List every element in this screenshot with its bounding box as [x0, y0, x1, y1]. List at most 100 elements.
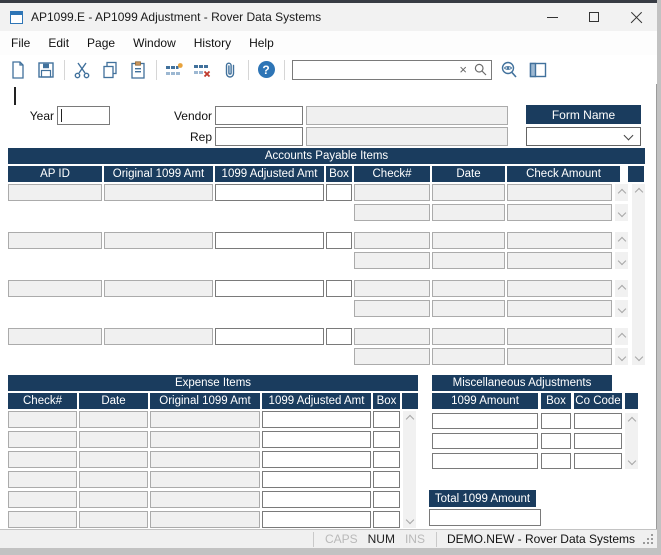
misc-box-field[interactable]	[541, 433, 571, 449]
check-amount-field	[507, 348, 612, 365]
search-icon[interactable]	[470, 63, 491, 76]
adjusted-1099-amt-field[interactable]	[262, 451, 371, 468]
window-layout-button[interactable]	[526, 58, 550, 82]
total-1099-field[interactable]	[429, 509, 541, 526]
status-separator	[313, 532, 314, 547]
check-scroll-down-icon[interactable]	[615, 348, 628, 365]
box-field[interactable]	[373, 431, 400, 448]
form-name-dropdown[interactable]	[526, 127, 641, 146]
adjusted-1099-amt-field[interactable]	[262, 431, 371, 448]
adjusted-1099-amt-field[interactable]	[215, 328, 324, 345]
delete-row-button[interactable]	[190, 58, 214, 82]
misc-box-field[interactable]	[541, 453, 571, 469]
original-1099-amt-field	[150, 471, 260, 488]
check-scroll-down-icon[interactable]	[615, 300, 628, 317]
check-date-field	[432, 204, 505, 221]
copy-button[interactable]	[98, 58, 122, 82]
check-scroll-up-icon[interactable]	[615, 280, 628, 297]
box-field[interactable]	[373, 451, 400, 468]
ap-row-group	[8, 232, 645, 269]
menu-file[interactable]: File	[2, 32, 39, 54]
expense-column-header: Date	[79, 393, 148, 409]
misc-1099-amount-field[interactable]	[432, 453, 538, 469]
ins-indicator: INS	[405, 532, 425, 546]
ap-id-field[interactable]	[8, 184, 102, 201]
scroll-up-icon[interactable]	[625, 413, 638, 429]
adjusted-1099-amt-field[interactable]	[262, 511, 371, 528]
check-scroll-up-icon[interactable]	[615, 184, 628, 201]
adjusted-1099-amt-field[interactable]	[215, 184, 324, 201]
box-field[interactable]	[326, 232, 352, 249]
menu-edit[interactable]: Edit	[39, 32, 78, 54]
adjusted-1099-amt-field[interactable]	[215, 280, 324, 297]
adjusted-1099-amt-field[interactable]	[215, 232, 324, 249]
save-button[interactable]	[34, 58, 58, 82]
check-number-field	[8, 511, 77, 528]
help-button[interactable]: ?	[254, 58, 278, 82]
check-scroll-down-icon[interactable]	[615, 252, 628, 269]
rep-input[interactable]	[215, 127, 303, 146]
date-field	[79, 471, 148, 488]
cut-button[interactable]	[70, 58, 94, 82]
ap-id-field[interactable]	[8, 232, 102, 249]
clear-search-icon[interactable]: ×	[456, 63, 470, 76]
box-field[interactable]	[326, 184, 352, 201]
original-1099-amt-field	[150, 411, 260, 428]
misc-box-field[interactable]	[541, 413, 571, 429]
misc-scrollbar[interactable]	[625, 413, 638, 469]
menu-page[interactable]: Page	[78, 32, 124, 54]
expense-scrollbar[interactable]	[403, 411, 416, 528]
adjusted-1099-amt-field[interactable]	[262, 411, 371, 428]
paste-button[interactable]	[126, 58, 150, 82]
misc-co-code-field[interactable]	[574, 433, 622, 449]
box-field[interactable]	[373, 491, 400, 508]
resize-grip[interactable]	[643, 534, 653, 544]
scroll-down-icon[interactable]	[403, 512, 416, 528]
original-1099-amt-field	[104, 184, 213, 201]
date-field	[79, 451, 148, 468]
vendor-input[interactable]	[215, 106, 303, 125]
misc-co-code-field[interactable]	[574, 413, 622, 429]
ap-row-group	[8, 328, 645, 365]
close-button[interactable]	[615, 3, 657, 31]
check-amount-field	[507, 328, 612, 345]
check-scroll-down-icon[interactable]	[615, 204, 628, 221]
menu-window[interactable]: Window	[124, 32, 185, 54]
menu-bar: FileEditPageWindowHistoryHelp	[0, 31, 657, 55]
box-field[interactable]	[326, 280, 352, 297]
check-number-field	[8, 411, 77, 428]
misc-1099-amount-field[interactable]	[432, 413, 538, 429]
ap-header-blank	[628, 166, 644, 182]
new-document-button[interactable]	[6, 58, 30, 82]
year-input[interactable]	[57, 106, 110, 125]
box-field[interactable]	[373, 411, 400, 428]
ap-id-field[interactable]	[8, 328, 102, 345]
maximize-button[interactable]	[573, 3, 615, 31]
scroll-down-icon[interactable]	[632, 349, 645, 365]
scroll-up-icon[interactable]	[403, 411, 416, 427]
box-field[interactable]	[373, 471, 400, 488]
check-date-field	[432, 184, 505, 201]
original-1099-amt-field	[150, 491, 260, 508]
check-number-field	[8, 431, 77, 448]
adjusted-1099-amt-field[interactable]	[262, 491, 371, 508]
menu-history[interactable]: History	[185, 32, 240, 54]
adjusted-1099-amt-field[interactable]	[262, 471, 371, 488]
scroll-up-icon[interactable]	[632, 184, 645, 200]
scroll-down-icon[interactable]	[625, 453, 638, 469]
zoom-preview-button[interactable]	[498, 58, 522, 82]
ap-id-field[interactable]	[8, 280, 102, 297]
ap-scrollbar[interactable]	[632, 184, 645, 365]
minimize-button[interactable]	[531, 3, 573, 31]
attachment-button[interactable]	[218, 58, 242, 82]
check-scroll-up-icon[interactable]	[615, 232, 628, 249]
box-field[interactable]	[326, 328, 352, 345]
search-input[interactable]	[293, 62, 456, 78]
misc-1099-amount-field[interactable]	[432, 433, 538, 449]
box-field[interactable]	[373, 511, 400, 528]
menu-help[interactable]: Help	[240, 32, 283, 54]
check-scroll-up-icon[interactable]	[615, 328, 628, 345]
insert-row-button[interactable]	[162, 58, 186, 82]
misc-co-code-field[interactable]	[574, 453, 622, 469]
num-indicator: NUM	[368, 532, 395, 546]
